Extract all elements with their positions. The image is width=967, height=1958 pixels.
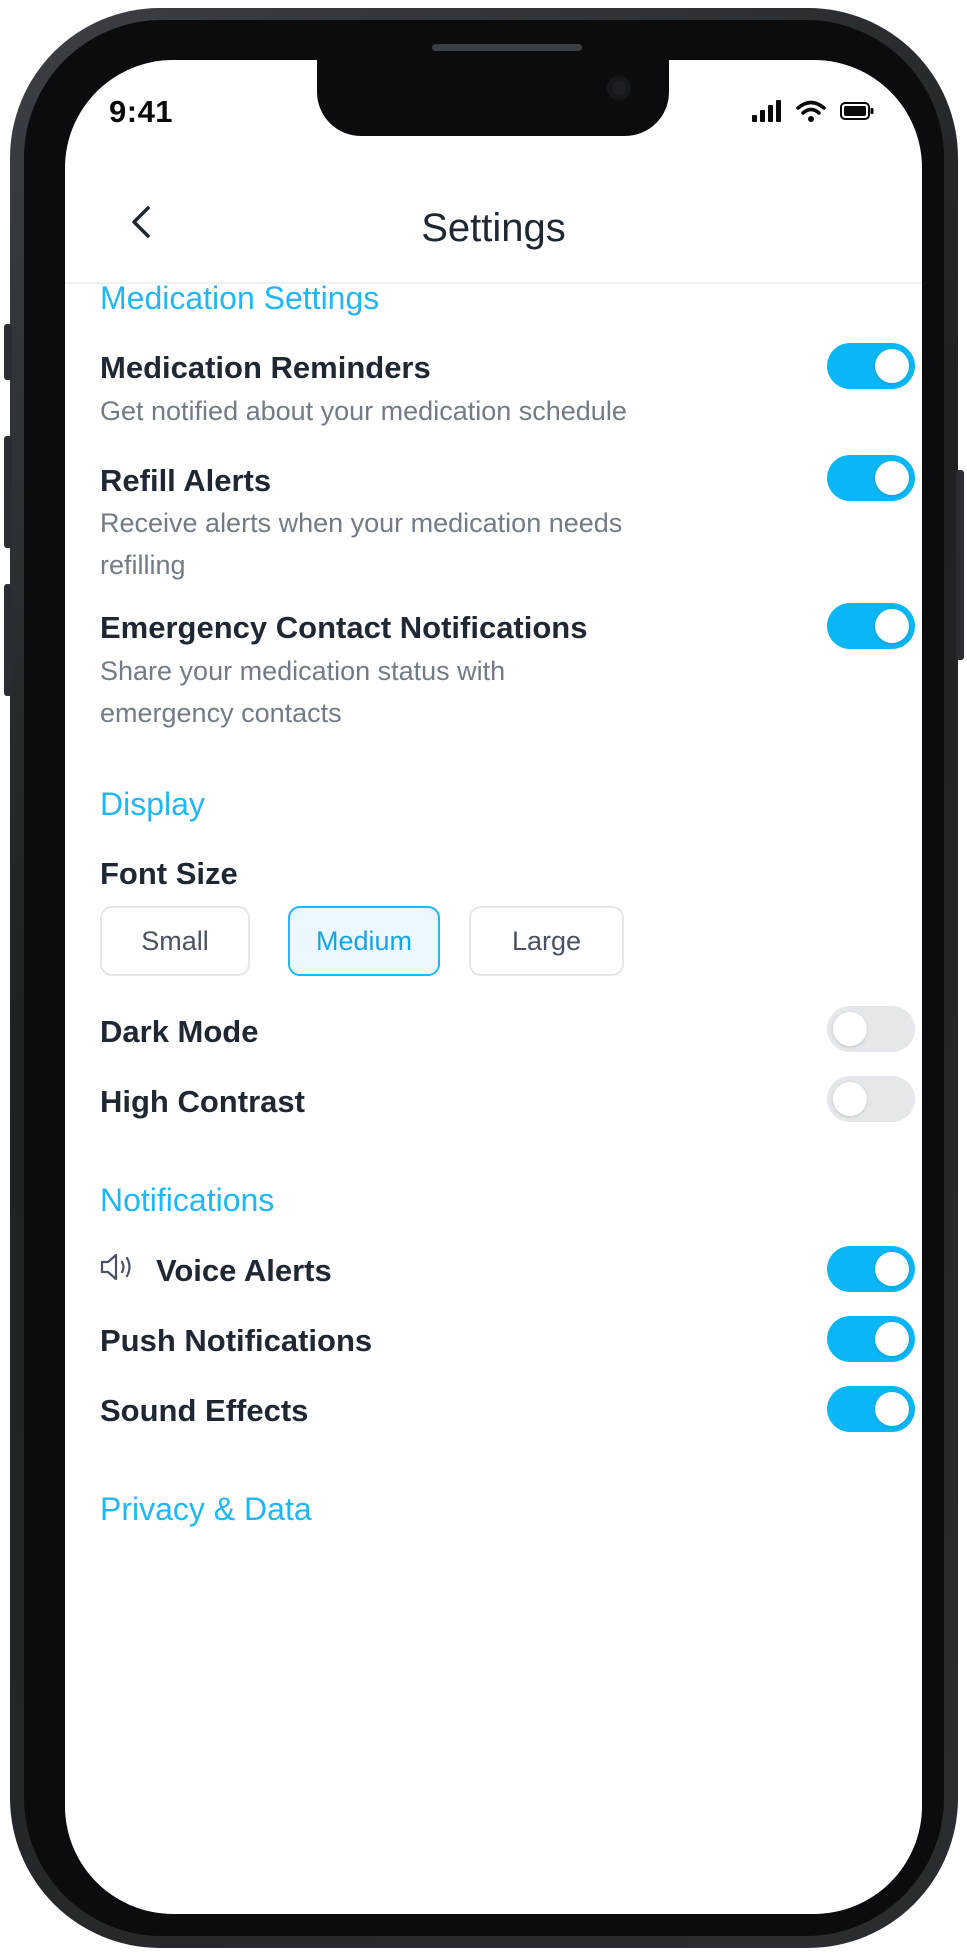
setting-label-dark-mode: Dark Mode: [100, 1014, 259, 1049]
setting-desc-emergency-contact: Share your medication status with emerge…: [100, 656, 506, 728]
font-size-medium-button[interactable]: Medium: [288, 906, 440, 976]
status-time: 9:41: [109, 94, 174, 129]
battery-icon: [840, 101, 874, 126]
section-title-privacy: Privacy & Data: [100, 1491, 312, 1527]
setting-label-emergency-contact: Emergency Contact Notifications: [100, 610, 588, 645]
signal-icon: [752, 100, 782, 127]
toggle-knob: [833, 1082, 867, 1116]
font-size-large-button[interactable]: Large: [469, 906, 624, 976]
setting-label-sound-effects: Sound Effects: [100, 1393, 309, 1428]
toggle-high-contrast[interactable]: [827, 1076, 915, 1122]
page-title: Settings: [421, 206, 566, 250]
toggle-emergency-contact[interactable]: [827, 603, 915, 649]
toggle-knob: [833, 1012, 867, 1046]
toggle-voice-alerts[interactable]: [827, 1246, 915, 1292]
volume-down-button: [4, 584, 12, 696]
section-title-display: Display: [100, 786, 205, 822]
setting-label-high-contrast: High Contrast: [100, 1084, 305, 1119]
toggle-refill-alerts[interactable]: [827, 455, 915, 501]
toggle-push-notifications[interactable]: [827, 1316, 915, 1362]
phone-frame: 9:41 Settings Medication Settings Medica…: [4, 8, 964, 1948]
section-title-notifications: Notifications: [100, 1182, 275, 1218]
setting-desc-refill-alerts: Receive alerts when your medication need…: [100, 508, 623, 580]
speaker-grille: [432, 44, 582, 51]
volume-up-button: [4, 436, 12, 548]
setting-desc-medication-reminders: Get notified about your medication sched…: [100, 396, 627, 426]
font-size-small-button[interactable]: Small: [100, 906, 250, 976]
power-button: [956, 470, 964, 660]
toggle-medication-reminders[interactable]: [827, 343, 915, 389]
toggle-knob: [875, 461, 909, 495]
mute-switch: [4, 324, 12, 380]
toggle-knob: [875, 1252, 909, 1286]
speaker-icon: [100, 1252, 140, 1287]
toggle-knob: [875, 1322, 909, 1356]
front-camera: [607, 76, 631, 100]
toggle-knob: [875, 609, 909, 643]
dynamic-island: [317, 60, 669, 136]
wifi-icon: [796, 100, 826, 127]
screen: 9:41 Settings Medication Settings Medica…: [65, 60, 922, 1914]
font-size-label: Font Size: [100, 856, 238, 891]
setting-label-push-notifications: Push Notifications: [100, 1323, 373, 1358]
setting-label-voice-alerts: Voice Alerts: [156, 1253, 332, 1288]
header: Settings: [65, 160, 922, 284]
setting-label-refill-alerts: Refill Alerts: [100, 463, 272, 498]
toggle-knob: [875, 349, 909, 383]
toggle-sound-effects[interactable]: [827, 1386, 915, 1432]
status-icons: [752, 100, 874, 127]
setting-label-medication-reminders: Medication Reminders: [100, 350, 431, 385]
section-title-medication: Medication Settings: [100, 280, 380, 316]
toggle-dark-mode[interactable]: [827, 1006, 915, 1052]
toggle-knob: [875, 1392, 909, 1426]
